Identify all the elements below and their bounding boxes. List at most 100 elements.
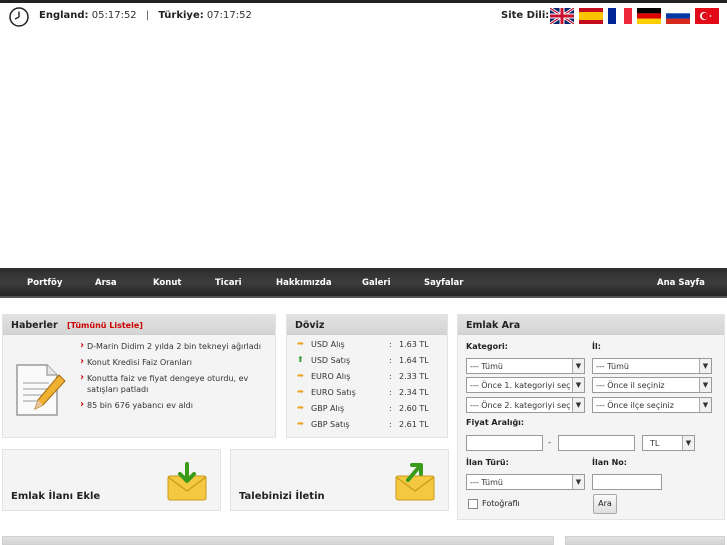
turkey-flag-icon[interactable] [695, 8, 719, 24]
currency-name: GBP Satış [311, 420, 350, 429]
spain-flag-icon[interactable] [579, 8, 603, 24]
currency-row: ➡ EURO Satış:2.34 TL [287, 387, 471, 403]
currency-select[interactable]: TL ▼ [642, 435, 695, 451]
nav-item-portfoy[interactable]: Portföy [27, 278, 62, 288]
listing-type-label: İlan Türü: [466, 458, 509, 467]
arrow-right-icon: ➡ [297, 403, 304, 412]
currency-row: ➡ GBP Alış:2.60 TL [287, 403, 471, 419]
province-select[interactable]: --- Tümü ▼ [592, 358, 712, 374]
france-flag-icon[interactable] [608, 8, 632, 24]
with-photo-checkbox[interactable] [468, 499, 478, 509]
neighborhood-select[interactable]: --- Önce ilçe seçiniz ▼ [592, 397, 712, 413]
search-header: Emlak Ara [458, 315, 724, 335]
showcase-panel-header [2, 536, 554, 545]
district-select[interactable]: --- Önce il seçiniz ▼ [592, 377, 712, 393]
nav-item-arsa[interactable]: Arsa [95, 278, 117, 288]
document-edit-icon [16, 364, 66, 416]
envelope-send-icon [395, 463, 435, 501]
news-list-all-link[interactable]: [Tümünü Listele] [67, 321, 143, 330]
price-max-input[interactable] [558, 435, 635, 451]
category-label: Kategori: [466, 342, 508, 351]
news-panel: Haberler [Tümünü Listele] D-Marin Didim … [2, 314, 276, 438]
submit-request-box[interactable]: Talebinizi İletin [230, 449, 449, 511]
currency-colon: : [389, 420, 392, 429]
england-label: England: [39, 10, 89, 21]
district-select-value: --- Önce il seçiniz [596, 381, 665, 390]
subcategory-select-value: --- Önce 1. kategoriyi seç [470, 381, 571, 390]
search-button[interactable]: Ara [593, 494, 617, 514]
chevron-down-icon: ▼ [699, 378, 711, 392]
currency-colon: : [389, 356, 392, 365]
currency-colon: : [389, 372, 392, 381]
arrow-right-icon: ➡ [297, 371, 304, 380]
time-separator: | [145, 10, 150, 21]
subcategory2-select[interactable]: --- Önce 2. kategoriyi seç ▼ [466, 397, 585, 413]
currency-colon: : [389, 404, 392, 413]
currency-row: ➡ GBP Satış:2.61 TL [287, 419, 471, 435]
arrow-right-icon: ➡ [297, 339, 304, 348]
price-range-label: Fiyat Aralığı: [466, 418, 525, 427]
site-language-label: Site Dili: [501, 10, 550, 21]
turkiye-label: Türkiye: [158, 10, 204, 21]
nav-item-konut[interactable]: Konut [153, 278, 181, 288]
chevron-down-icon: ▼ [572, 378, 584, 392]
currency-value: 2.61 TL [399, 420, 429, 429]
news-item[interactable]: 85 bin 676 yabancı ev aldı [80, 399, 275, 411]
add-listing-box[interactable]: Emlak İlanı Ekle [2, 449, 221, 511]
nav-item-home[interactable]: Ana Sayfa [657, 278, 705, 288]
chevron-down-icon: ▼ [682, 436, 694, 450]
nav-item-galeri[interactable]: Galeri [362, 278, 391, 288]
currency-name: EURO Satış [311, 388, 356, 397]
currency-row: ⬆ USD Satış:1.64 TL [287, 355, 471, 371]
uk-flag-icon[interactable] [550, 8, 574, 24]
with-photo-label: Fotoğraflı [482, 499, 520, 508]
nav-item-hakkimizda[interactable]: Hakkımızda [276, 278, 332, 288]
gallery-panel-header [565, 536, 725, 545]
russia-flag-icon[interactable] [666, 8, 690, 24]
turkiye-time: 07:17:52 [206, 10, 252, 21]
chevron-down-icon: ▼ [699, 359, 711, 373]
subcategory2-select-value: --- Önce 2. kategoriyi seç [470, 401, 571, 410]
arrow-right-icon: ➡ [297, 387, 304, 396]
currency-select-value: TL [650, 439, 660, 448]
chevron-down-icon: ▼ [572, 398, 584, 412]
price-min-input[interactable] [466, 435, 543, 451]
chevron-down-icon: ▼ [572, 475, 584, 489]
language-flags [550, 8, 719, 24]
currency-header: Döviz [287, 315, 447, 335]
currency-value: 1.64 TL [399, 356, 429, 365]
currency-value: 1.63 TL [399, 340, 429, 349]
currency-value: 2.60 TL [399, 404, 429, 413]
nav-item-ticari[interactable]: Ticari [215, 278, 242, 288]
listing-type-select[interactable]: --- Tümü ▼ [466, 474, 585, 490]
currency-value: 2.34 TL [399, 388, 429, 397]
add-listing-label: Emlak İlanı Ekle [11, 491, 101, 502]
germany-flag-icon[interactable] [637, 8, 661, 24]
category-select[interactable]: --- Tümü ▼ [466, 358, 585, 374]
listing-type-select-value: --- Tümü [470, 478, 503, 487]
currency-title: Döviz [295, 320, 325, 331]
news-item[interactable]: D-Marin Didim 2 yılda 2 bin tekneyi ağır… [80, 340, 275, 352]
subcategory-select[interactable]: --- Önce 1. kategoriyi seç ▼ [466, 377, 585, 393]
search-title: Emlak Ara [466, 320, 521, 331]
nav-item-sayfalar[interactable]: Sayfalar [424, 278, 463, 288]
currency-row: ➡ USD Alış:1.63 TL [287, 339, 471, 355]
arrow-up-icon: ⬆ [297, 355, 304, 364]
news-item[interactable]: Konut Kredisi Faiz Oranları [80, 356, 275, 368]
news-item[interactable]: Konutta faiz ve fiyat dengeye oturdu, ev… [80, 372, 275, 395]
news-list: D-Marin Didim 2 yılda 2 bin tekneyi ağır… [80, 340, 275, 416]
currency-name: GBP Alış [311, 404, 345, 413]
currency-colon: : [389, 388, 392, 397]
currency-name: USD Alış [311, 340, 345, 349]
time-bar: England: 05:17:52 | Türkiye: 07:17:52 Si… [0, 3, 727, 29]
province-label: İl: [592, 342, 601, 351]
listing-number-input[interactable] [592, 474, 662, 490]
currency-name: EURO Alış [311, 372, 351, 381]
arrow-right-icon: ➡ [297, 419, 304, 428]
currency-name: USD Satış [311, 356, 351, 365]
listing-number-label: İlan No: [592, 458, 627, 467]
news-header: Haberler [Tümünü Listele] [3, 315, 275, 335]
province-select-value: --- Tümü [596, 362, 629, 371]
main-nav: Portföy Arsa Konut Ticari Hakkımızda Gal… [0, 268, 727, 298]
chevron-down-icon: ▼ [699, 398, 711, 412]
